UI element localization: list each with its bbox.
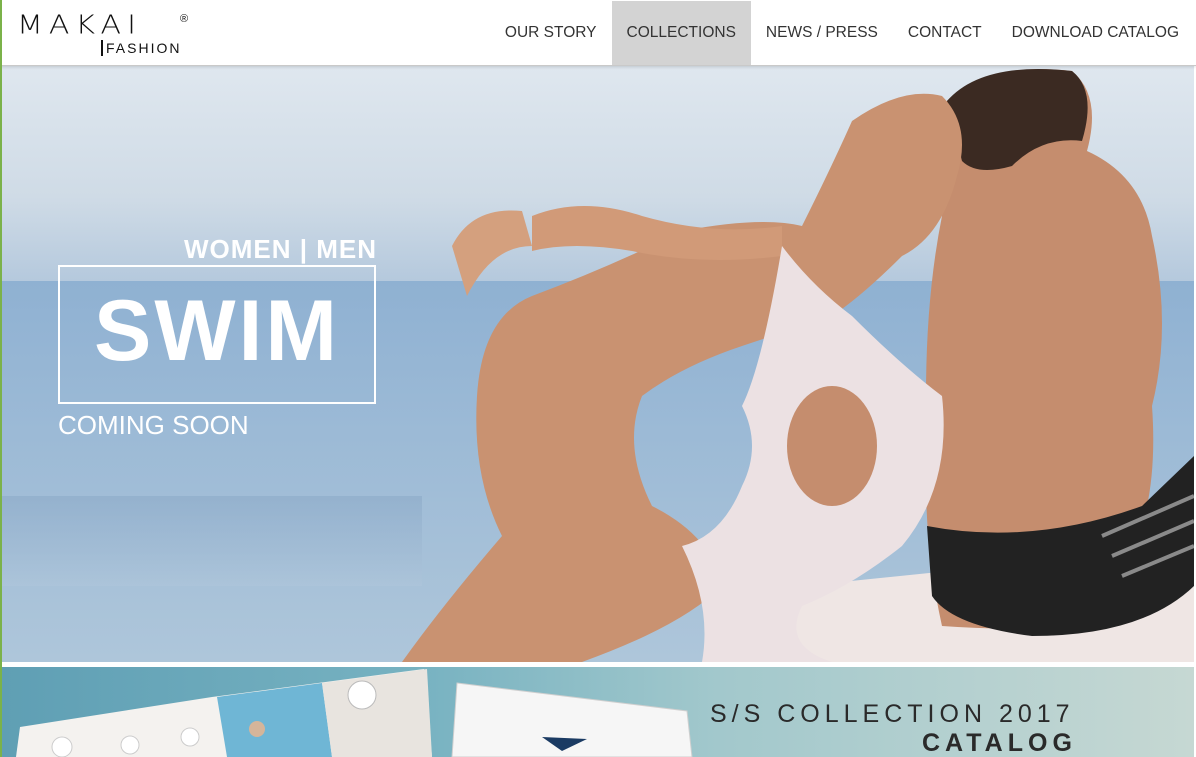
site-header: MAKAI ® FASHION OUR STORY COLLECTIONS NE… — [0, 0, 1196, 66]
brand-logo[interactable]: MAKAI ® FASHION — [17, 13, 192, 57]
catalog-title: S/S COLLECTION 2017 — [710, 700, 1075, 728]
nav-collections[interactable]: COLLECTIONS — [611, 1, 751, 65]
page-left-border — [0, 0, 2, 757]
logo-wordmark: MAKAI — [17, 10, 142, 41]
catalog-subtitle: CATALOG — [922, 729, 1077, 757]
main-nav: OUR STORY COLLECTIONS NEWS / PRESS CONTA… — [490, 1, 1194, 65]
hero-banner[interactable]: WOMEN | MEN SWIM COMING SOON — [2, 66, 1194, 662]
catalog-spread-image — [16, 669, 693, 757]
nav-download-catalog[interactable]: DOWNLOAD CATALOG — [997, 1, 1194, 65]
nav-contact[interactable]: CONTACT — [893, 1, 997, 65]
hero-headline-frame: SWIM — [58, 265, 376, 404]
nav-our-story[interactable]: OUR STORY — [490, 1, 612, 65]
logo-registered-mark: ® — [180, 13, 189, 25]
hero-tagline: WOMEN | MEN — [184, 234, 378, 264]
logo-subtitle: FASHION — [101, 40, 181, 56]
hero-coming-soon: COMING SOON — [58, 410, 249, 440]
hero-pool-ledge — [2, 496, 422, 586]
nav-news-press[interactable]: NEWS / PRESS — [751, 1, 893, 65]
hero-headline: SWIM — [93, 283, 341, 379]
hero-models-image — [402, 69, 1194, 662]
catalog-banner[interactable]: S/S COLLECTION 2017 CATALOG — [2, 667, 1194, 757]
